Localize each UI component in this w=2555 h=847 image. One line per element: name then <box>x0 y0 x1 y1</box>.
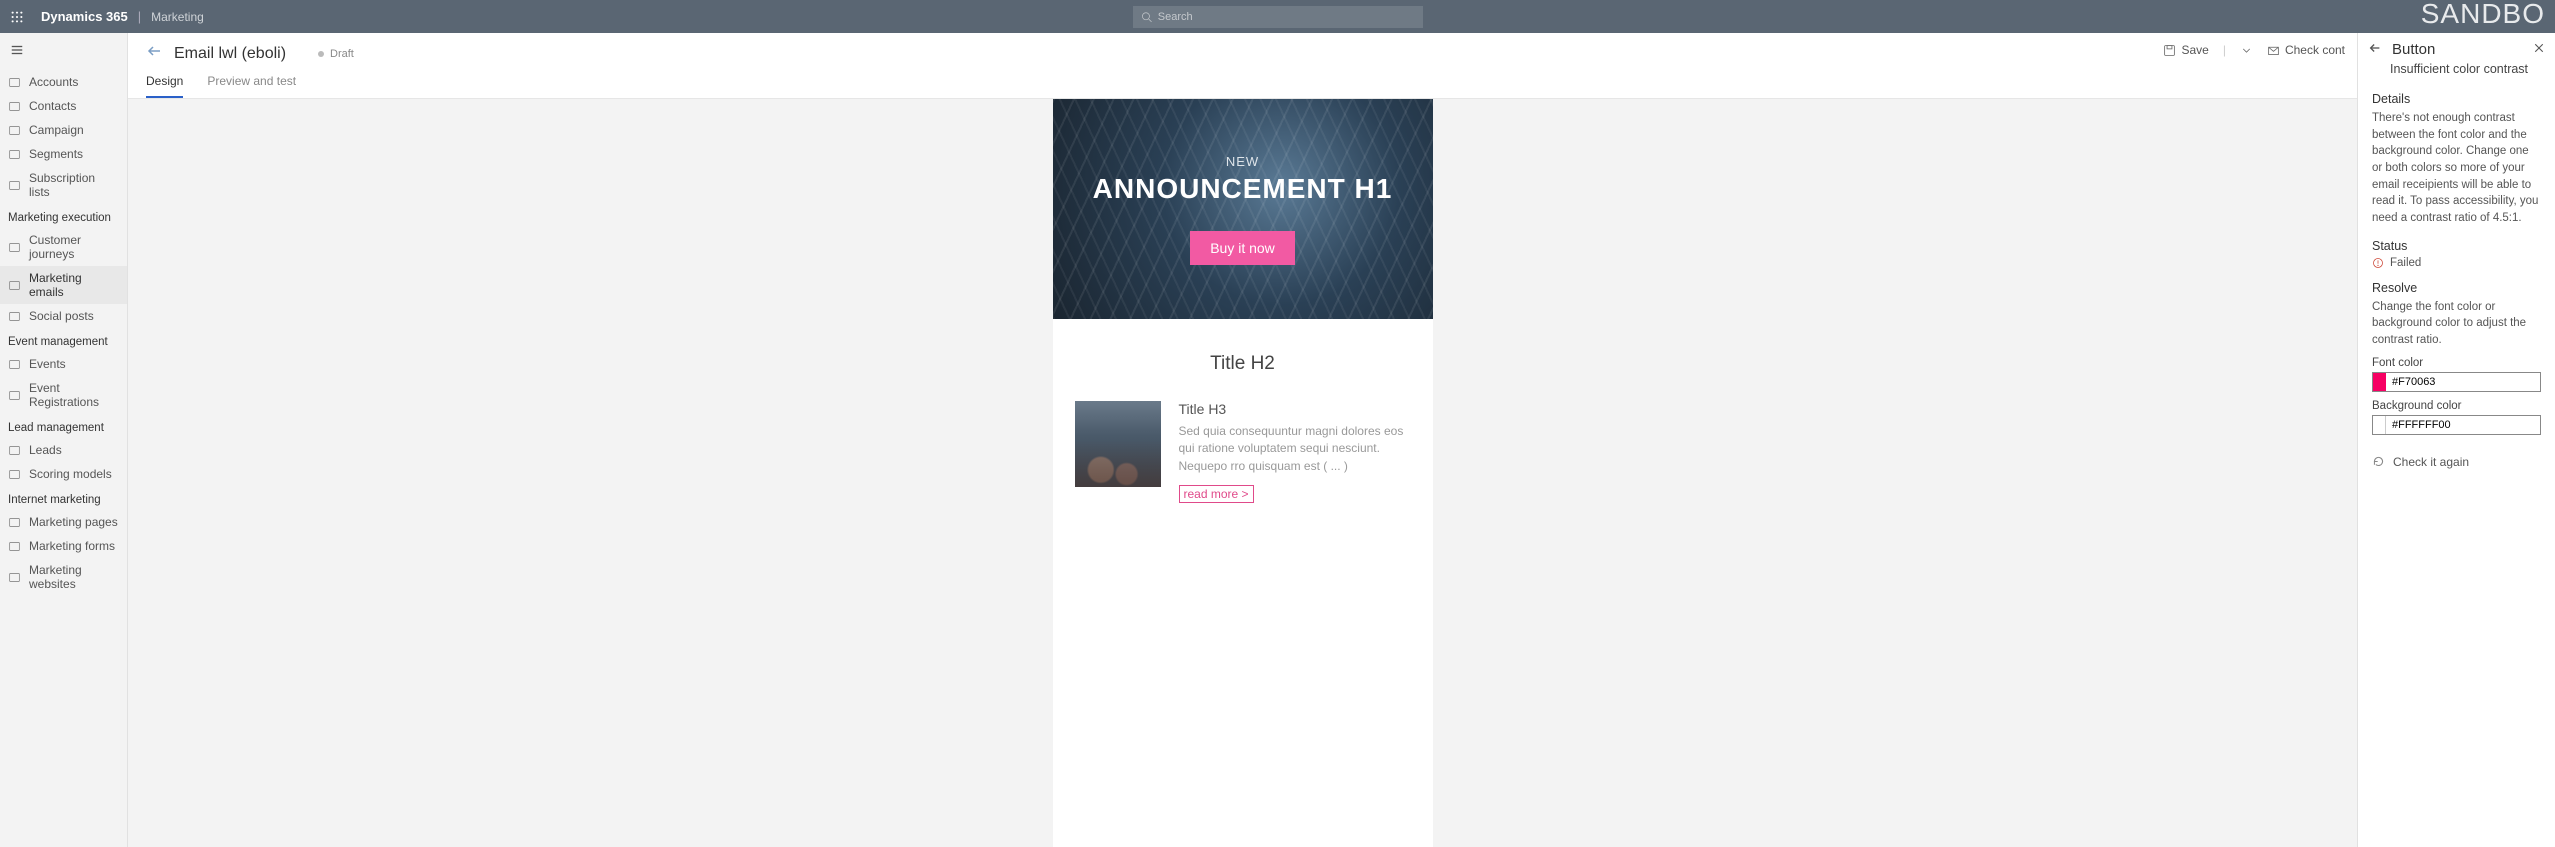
sidebar-item[interactable]: Marketing websites <box>0 558 127 596</box>
search-icon <box>1141 11 1152 23</box>
bg-color-swatch[interactable] <box>2373 416 2386 434</box>
email-preview: NEW ANNOUNCEMENT H1 Buy it now Title H2 … <box>1053 99 1433 847</box>
save-button[interactable]: Save <box>2163 43 2208 57</box>
sidebar-item[interactable]: Segments <box>0 142 127 166</box>
refresh-icon <box>2372 455 2385 468</box>
sidebar-item[interactable]: Marketing emails <box>0 266 127 304</box>
panel-subtitle: Insufficient color contrast <box>2358 60 2555 86</box>
status-badge: Draft <box>318 48 354 60</box>
bg-color-field[interactable] <box>2372 415 2541 435</box>
sidebar-item[interactable]: Event Registrations <box>0 376 127 414</box>
check-content-button[interactable]: Check cont <box>2267 43 2345 57</box>
resolve-text: Change the font color or background colo… <box>2372 299 2541 349</box>
details-panel: Button Insufficient color contrast Detai… <box>2357 33 2555 847</box>
hero-eyebrow: NEW <box>1226 154 1259 169</box>
sidebar-item[interactable]: Contacts <box>0 94 127 118</box>
resolve-heading: Resolve <box>2372 281 2541 295</box>
status-value: Failed <box>2372 257 2541 269</box>
read-more-link[interactable]: read more > <box>1179 485 1254 503</box>
article-heading: Title H3 <box>1179 401 1411 417</box>
tab-preview[interactable]: Preview and test <box>207 74 296 98</box>
cta-button[interactable]: Buy it now <box>1190 231 1295 265</box>
hero-block[interactable]: NEW ANNOUNCEMENT H1 Buy it now <box>1053 99 1433 319</box>
font-color-label: Font color <box>2372 357 2541 369</box>
details-heading: Details <box>2372 92 2541 106</box>
close-icon[interactable] <box>2533 42 2545 57</box>
check-again-button[interactable]: Check it again <box>2358 441 2555 483</box>
sidebar-item[interactable]: Subscription lists <box>0 166 127 204</box>
canvas: NEW ANNOUNCEMENT H1 Buy it now Title H2 … <box>128 99 2357 847</box>
search-input[interactable] <box>1158 11 1415 23</box>
top-bar: Dynamics 365 | Marketing SANDBO <box>0 0 2555 33</box>
sidebar-item[interactable]: Leads <box>0 438 127 462</box>
sidebar-item[interactable]: Scoring models <box>0 462 127 486</box>
sidebar-item[interactable]: Social posts <box>0 304 127 328</box>
back-arrow-icon[interactable] <box>146 43 162 64</box>
font-color-swatch[interactable] <box>2373 373 2386 391</box>
sidebar: AccountsContactsCampaignSegmentsSubscrip… <box>0 33 128 847</box>
panel-title: Button <box>2392 41 2533 58</box>
chevron-down-icon <box>2240 44 2253 57</box>
sidebar-item[interactable]: Events <box>0 352 127 376</box>
brand-sub-label[interactable]: Marketing <box>151 10 204 24</box>
bg-color-label: Background color <box>2372 400 2541 412</box>
save-dropdown[interactable] <box>2240 44 2253 57</box>
global-search[interactable] <box>1133 6 1423 28</box>
app-launcher-icon[interactable] <box>0 0 33 33</box>
hero-heading: ANNOUNCEMENT H1 <box>1093 173 1393 205</box>
sidebar-group-title: Marketing execution <box>0 204 127 228</box>
sidebar-item[interactable]: Marketing forms <box>0 534 127 558</box>
title-h2[interactable]: Title H2 <box>1053 319 1433 395</box>
article-text: Sed quia consequuntur magni dolores eos … <box>1179 423 1411 475</box>
error-icon <box>2372 257 2384 269</box>
page-title: Email lwl (eboli) <box>174 45 286 63</box>
sidebar-group-title: Internet marketing <box>0 486 127 510</box>
brand-label: Dynamics 365 <box>41 9 128 24</box>
sidebar-item[interactable]: Accounts <box>0 70 127 94</box>
sidebar-item[interactable]: Customer journeys <box>0 228 127 266</box>
sandbox-label: SANDBO <box>2421 0 2545 30</box>
font-color-field[interactable] <box>2372 372 2541 392</box>
mail-icon <box>2267 44 2280 57</box>
sidebar-item[interactable]: Marketing pages <box>0 510 127 534</box>
details-text: There's not enough contrast between the … <box>2372 110 2541 227</box>
panel-back-icon[interactable] <box>2368 41 2382 58</box>
hamburger-icon[interactable] <box>0 33 127 70</box>
status-heading: Status <box>2372 239 2541 253</box>
bg-color-input[interactable] <box>2386 416 2540 434</box>
sidebar-group-title: Event management <box>0 328 127 352</box>
sidebar-group-title: Lead management <box>0 414 127 438</box>
tab-design[interactable]: Design <box>146 74 183 98</box>
sidebar-item[interactable]: Campaign <box>0 118 127 142</box>
article-block[interactable]: Title H3 Sed quia consequuntur magni dol… <box>1053 395 1433 523</box>
main-area: Email lwl (eboli) Draft Save | Check con… <box>128 33 2357 847</box>
article-image <box>1075 401 1161 487</box>
font-color-input[interactable] <box>2386 373 2540 391</box>
